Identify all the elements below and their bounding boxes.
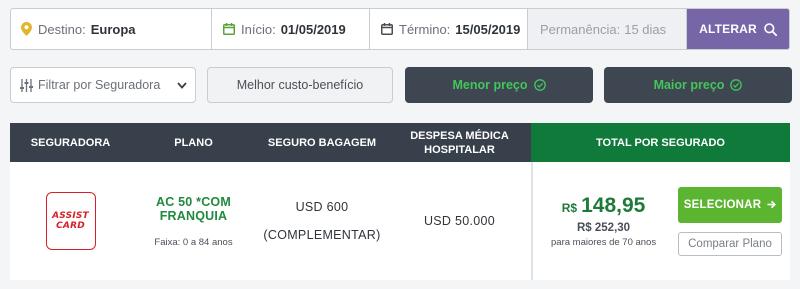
destino-label: Destino: (38, 21, 86, 37)
termino-value: 15/05/2019 (455, 21, 521, 37)
melhor-custo-beneficio-label: Melhor custo-benefício (236, 78, 364, 92)
alterar-label: ALTERAR (699, 22, 757, 36)
calendar-icon (381, 23, 393, 35)
permanencia-label: Permanência: (540, 21, 621, 37)
calendar-icon (223, 23, 235, 35)
header-seguradora: SEGURADORA (10, 123, 131, 162)
header-plano: PLANO (131, 123, 256, 162)
row-actions: SELECIONAR Comparar Plano (678, 186, 782, 256)
termino-label: Término: (399, 21, 451, 37)
cell-plano: AC 50 *COM FRANQUIA Faixa: 0 a 84 anos (131, 162, 256, 280)
permanencia-field: Permanência: 15 dias (528, 9, 687, 49)
permanencia-value: 15 dias (624, 21, 667, 37)
price-main: R$ 148,95 (562, 194, 646, 218)
cell-seguradora: ASSIST CARD (10, 162, 131, 280)
header-despesa-line1: DESPESA MÉDICA (410, 129, 509, 142)
menor-preco-button[interactable]: Menor preço (405, 67, 593, 103)
comparar-plano-label: Comparar Plano (688, 237, 772, 250)
check-circle-icon (533, 79, 546, 91)
plan-name: AC 50 *COM FRANQUIA (156, 194, 231, 223)
maior-preco-label: Maior preço (653, 78, 725, 92)
price-block: R$ 148,95 R$ 252,30 para maiores de 70 a… (551, 194, 656, 248)
cell-despesa: USD 50.000 (388, 162, 531, 280)
table-header: SEGURADORA PLANO SEGURO BAGAGEM DESPESA … (10, 123, 790, 162)
chevron-down-icon (177, 81, 187, 89)
header-seguro-bagagem: SEGURO BAGAGEM (256, 123, 388, 162)
header-total: TOTAL POR SEGURADO (531, 123, 790, 162)
map-pin-icon (21, 22, 32, 36)
bagagem-value: USD 600 (295, 200, 349, 214)
inicio-field[interactable]: Início: 01/05/2019 (212, 9, 370, 49)
inicio-label: Início: (241, 21, 276, 37)
melhor-custo-beneficio-button[interactable]: Melhor custo-benefício (207, 67, 393, 103)
search-bar: Destino: Europa Início: 01/05/2019 Térmi… (10, 8, 790, 50)
cell-bagagem: USD 600 (COMPLEMENTAR) (256, 162, 388, 280)
maior-preco-button[interactable]: Maior preço (604, 67, 792, 103)
cell-total: R$ 148,95 R$ 252,30 para maiores de 70 a… (531, 162, 790, 280)
search-icon (764, 22, 777, 36)
arrow-right-icon (767, 200, 777, 209)
table-row: ASSIST CARD AC 50 *COM FRANQUIA Faixa: 0… (10, 162, 790, 280)
despesa-value: USD 50.000 (423, 214, 496, 228)
price-secondary: R$ 252,30 (577, 222, 631, 234)
seguradora-filter-select[interactable]: Filtrar por Seguradora (10, 67, 196, 103)
inicio-value: 01/05/2019 (280, 21, 346, 37)
alterar-button[interactable]: ALTERAR (687, 9, 789, 49)
bagagem-type: (COMPLEMENTAR) (263, 228, 381, 242)
selecionar-button[interactable]: SELECIONAR (678, 186, 782, 223)
header-despesa-medica: DESPESA MÉDICA HOSPITALAR (388, 123, 531, 162)
price-value: 148,95 (581, 194, 646, 217)
comparar-plano-button[interactable]: Comparar Plano (678, 231, 782, 256)
header-despesa-line2: HOSPITALAR (424, 143, 495, 156)
termino-field[interactable]: Término: 15/05/2019 (370, 9, 528, 49)
price-note: para maiores de 70 anos (551, 237, 657, 248)
price-currency: R$ (561, 201, 578, 215)
menor-preco-label: Menor preço (452, 78, 528, 92)
destino-value: Europa (90, 21, 136, 37)
seguradora-filter-placeholder: Filtrar por Seguradora (38, 78, 161, 92)
sliders-icon (20, 78, 33, 92)
check-circle-icon (730, 79, 743, 91)
assist-card-logo: ASSIST CARD (45, 192, 96, 250)
destino-field[interactable]: Destino: Europa (11, 9, 212, 49)
plan-faixa: Faixa: 0 a 84 anos (154, 236, 233, 248)
selecionar-label: SELECIONAR (683, 198, 762, 211)
